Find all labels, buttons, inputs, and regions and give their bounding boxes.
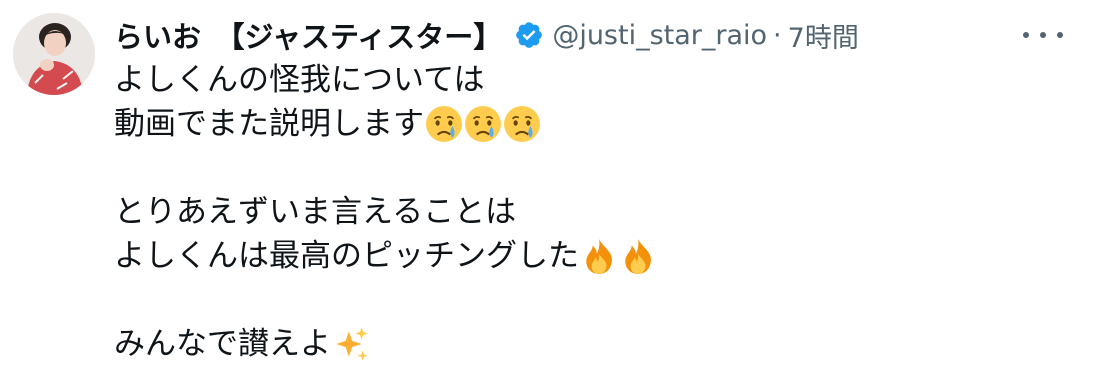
tweet-text: よしくんの怪我については 動画でまた説明します とりあえずいま言えることは よし… <box>114 58 657 366</box>
sparkles-emoji <box>332 325 370 363</box>
display-name[interactable]: らいお 【ジャスティスター】 <box>114 14 502 56</box>
tweet: らいお 【ジャスティスター】 @justi_star_raio · 7時間 よし… <box>0 0 1093 384</box>
tweet-line-4: とりあえずいま言えることは <box>114 194 517 230</box>
crying-face-emoji <box>425 105 463 143</box>
separator-dot: · <box>773 19 782 51</box>
fire-emoji <box>619 237 657 275</box>
avatar[interactable] <box>13 13 95 95</box>
crying-face-emoji <box>503 105 541 143</box>
avatar-image <box>13 13 95 95</box>
timestamp[interactable]: 7時間 <box>788 16 859 55</box>
tweet-line-1: よしくんの怪我については <box>114 62 485 98</box>
tweet-line-5: よしくんは最高のピッチングした <box>114 234 657 278</box>
fire-emoji <box>580 237 618 275</box>
user-handle[interactable]: @justi_star_raio <box>552 20 767 51</box>
tweet-line-7: みんなで讃えよ <box>114 322 657 366</box>
verified-badge-icon <box>514 20 544 50</box>
more-options-icon[interactable] <box>1023 20 1063 50</box>
tweet-header: らいお 【ジャスティスター】 @justi_star_raio · 7時間 <box>114 14 859 56</box>
crying-face-emoji <box>464 105 502 143</box>
tweet-line-2: 動画でまた説明します <box>114 102 657 146</box>
